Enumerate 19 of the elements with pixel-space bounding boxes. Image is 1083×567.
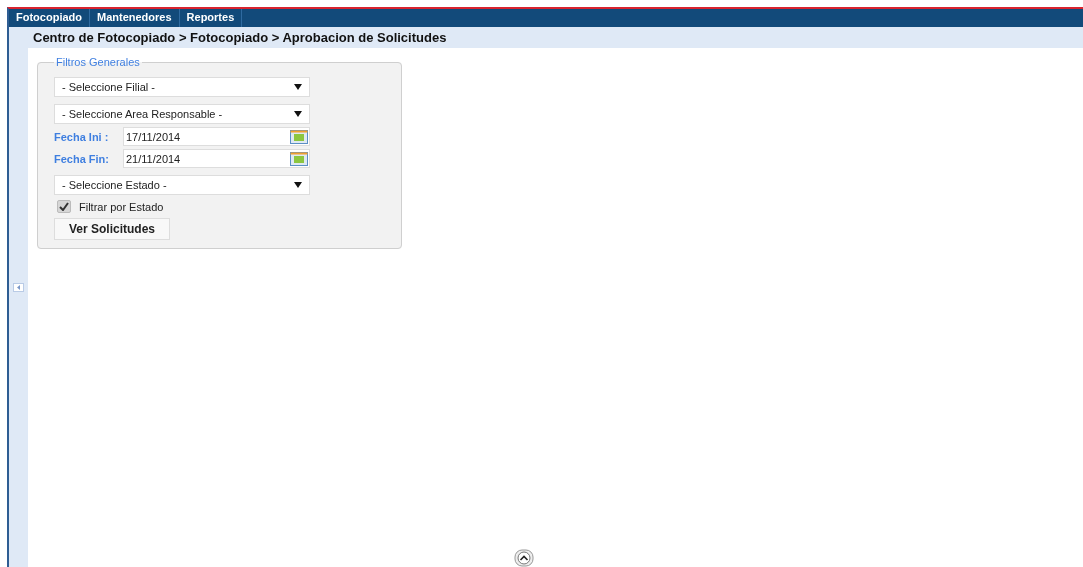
field-label: Fecha Fin: bbox=[54, 152, 110, 165]
checkbox[interactable] bbox=[57, 200, 71, 213]
field-label: Fecha Ini : bbox=[54, 130, 110, 143]
date-field[interactable]: 21/11/2014 bbox=[123, 149, 310, 168]
view-requests-button[interactable]: Ver Solicitudes bbox=[54, 218, 171, 240]
calendar-icon[interactable] bbox=[290, 151, 308, 166]
breadcrumb: Centro de Fotocopiado > Fotocopiado > Aprobacion de Solicitudes bbox=[33, 30, 447, 45]
panel-legend: Filtros Generales bbox=[54, 56, 142, 68]
caret-icon bbox=[294, 84, 302, 90]
caret-icon bbox=[294, 111, 302, 117]
calendar-icon[interactable] bbox=[290, 129, 308, 144]
scroll-up-icon[interactable] bbox=[513, 549, 534, 567]
checkbox-label: Filtrar por Estado bbox=[79, 200, 164, 213]
dropdown[interactable]: - Seleccione Filial - bbox=[54, 77, 310, 97]
collapse-handle-icon[interactable] bbox=[13, 283, 24, 292]
date-field[interactable]: 17/11/2014 bbox=[123, 127, 310, 146]
caret-icon bbox=[294, 182, 302, 188]
dropdown[interactable]: - Seleccione Area Responsable - bbox=[54, 104, 310, 124]
dropdown[interactable]: - Seleccione Estado - bbox=[54, 175, 310, 195]
